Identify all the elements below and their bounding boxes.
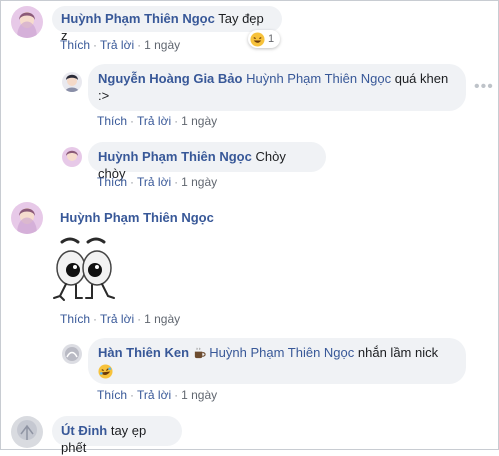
comment-time[interactable]: 1 ngày <box>181 114 217 128</box>
comment-bubble: Út Đinh tay ẹp phết <box>52 416 182 455</box>
reaction-badge[interactable]: 1 <box>248 30 280 48</box>
author-name[interactable]: Út Đinh <box>61 423 107 438</box>
like-link[interactable]: Thích <box>60 312 90 326</box>
author-name[interactable]: Huỳnh Phạm Thiên Ngọc <box>60 210 214 225</box>
comment-actions: Thích · Trả lời · 1 ngày <box>97 114 218 128</box>
reaction-count: 1 <box>268 33 275 45</box>
author-name[interactable]: Huỳnh Phạm Thiên Ngọc <box>61 11 215 26</box>
laughing-emoji-icon <box>250 31 265 47</box>
reply-link[interactable]: Trả lời <box>100 38 134 52</box>
avatar[interactable] <box>11 416 43 448</box>
comment-actions: Thích · Trả lời · 1 ngày <box>60 312 181 326</box>
comment-bubble: Huỳnh Phạm Thiên Ngọc Tay đẹp z <box>52 6 282 43</box>
reply-link[interactable]: Trả lời <box>137 114 171 128</box>
comment-text-line2: :> <box>98 88 110 103</box>
comment-actions: Thích · Trả lời · 1 ngày <box>97 175 218 189</box>
reply-link[interactable]: Trả lời <box>100 312 134 326</box>
comment-actions: Thích · Trả lời · 1 ngày <box>97 388 218 402</box>
comment-actions: Thích · Trả lời · 1 ngày <box>60 38 181 52</box>
author-name[interactable]: Hàn Thiên Ken <box>98 345 189 360</box>
like-link[interactable]: Thích <box>97 114 127 128</box>
more-options-icon[interactable]: ••• <box>474 78 494 96</box>
comment-bubble: Nguyễn Hoàng Gia Bảo Huỳnh Phạm Thiên Ng… <box>88 64 466 111</box>
comment-bubble: Hàn Thiên Ken Huỳnh Phạm Thiên Ngọc nhắn… <box>88 338 466 384</box>
author-name[interactable]: Huỳnh Phạm Thiên Ngọc <box>98 149 252 164</box>
comment-time[interactable]: 1 ngày <box>144 312 180 326</box>
mention-link[interactable]: Huỳnh Phạm Thiên Ngọc <box>209 345 354 360</box>
avatar[interactable] <box>62 344 82 364</box>
comment-time[interactable]: 1 ngày <box>181 388 217 402</box>
coffee-icon <box>193 345 210 360</box>
reply-link[interactable]: Trả lời <box>137 388 171 402</box>
comment-time[interactable]: 1 ngày <box>144 38 180 52</box>
avatar[interactable] <box>11 6 43 38</box>
like-link[interactable]: Thích <box>97 388 127 402</box>
comment-text: quá khen <box>391 71 449 86</box>
comment-time[interactable]: 1 ngày <box>181 175 217 189</box>
comment-bubble: Huỳnh Phạm Thiên Ngọc Chòy chòy <box>88 142 326 181</box>
avatar[interactable] <box>62 147 82 167</box>
like-link[interactable]: Thích <box>60 38 90 52</box>
comment-text: nhắn lầm nick <box>354 345 439 360</box>
like-link[interactable]: Thích <box>97 175 127 189</box>
rofl-emoji-icon <box>98 363 456 380</box>
reply-link[interactable]: Trả lời <box>137 175 171 189</box>
avatar[interactable] <box>62 72 82 92</box>
avatar[interactable] <box>11 202 43 234</box>
mention-link[interactable]: Huỳnh Phạm Thiên Ngọc <box>246 71 391 86</box>
googly-eyes-sticker-icon <box>50 234 122 304</box>
author-name[interactable]: Nguyễn Hoàng Gia Bảo <box>98 71 242 86</box>
